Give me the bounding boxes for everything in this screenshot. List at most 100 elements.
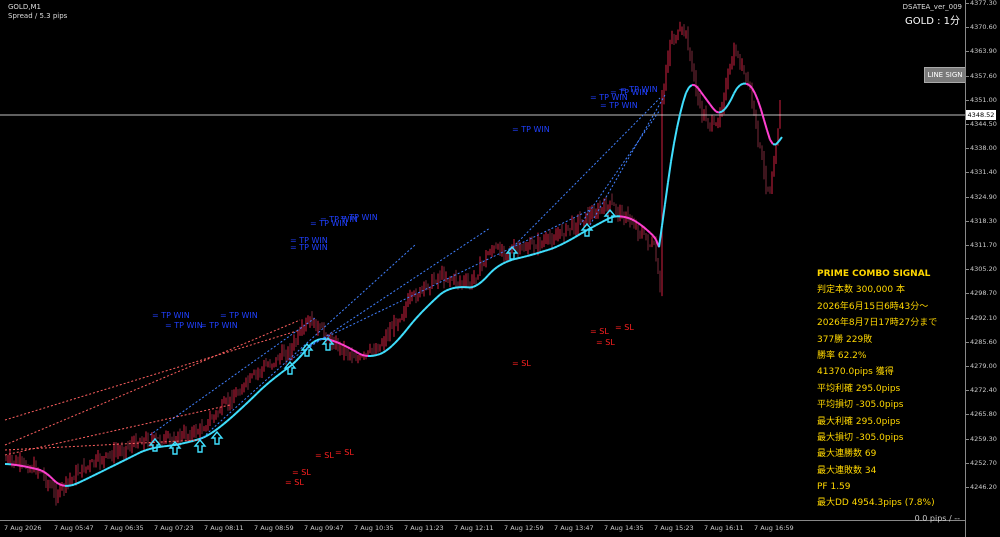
moving-average-segment xyxy=(523,255,528,258)
moving-average-segment xyxy=(727,99,732,106)
moving-average-segment xyxy=(706,99,711,105)
moving-average-segment xyxy=(76,481,81,485)
moving-average-segment xyxy=(391,342,396,347)
panel-line: 判定本数 300,000 本 xyxy=(817,285,905,296)
moving-average-segment xyxy=(439,291,444,296)
panel-line: 最大DD 4954.3pips (7.8%) xyxy=(817,498,935,509)
moving-average-segment xyxy=(718,110,723,114)
moving-average-segment xyxy=(529,253,534,257)
moving-average-segment xyxy=(469,285,474,289)
moving-average-segment xyxy=(283,367,288,372)
panel-title: PRIME COMBO SIGNAL xyxy=(817,269,931,279)
tp-label: = TP WIN xyxy=(200,321,238,330)
moving-average-segment xyxy=(313,339,318,343)
panel-line: 最大利確 295.0pips xyxy=(817,416,901,427)
moving-average-segment xyxy=(598,221,603,225)
moving-average-segment xyxy=(424,305,429,310)
moving-average-segment xyxy=(427,302,432,307)
brand-label: DSATEA_ver_009 xyxy=(902,3,962,11)
moving-average-segment xyxy=(133,453,138,457)
moving-average-segment xyxy=(757,100,762,110)
panel-line: PF 1.59 xyxy=(817,482,851,493)
moving-average-segment xyxy=(490,268,495,273)
panel-line: 最大損切 -305.0pips xyxy=(817,432,904,443)
moving-average-segment xyxy=(214,427,219,432)
moving-average-segment xyxy=(181,441,186,445)
x-tick: 7 Aug 05:47 xyxy=(54,524,94,532)
trade-line xyxy=(589,94,666,226)
moving-average-segment xyxy=(187,440,192,444)
moving-average-segment xyxy=(385,347,390,352)
moving-average-segment xyxy=(724,104,729,110)
tp-label: = TP WIN xyxy=(152,311,190,320)
moving-average-segment xyxy=(247,398,252,403)
moving-average-segment xyxy=(85,476,90,481)
moving-average-segment xyxy=(649,231,654,237)
moving-average-segment xyxy=(484,274,489,280)
moving-average-segment xyxy=(223,420,228,425)
moving-average-segment xyxy=(208,431,213,436)
moving-average-segment xyxy=(418,311,423,316)
moving-average-segment xyxy=(346,345,351,350)
moving-average-segment xyxy=(412,317,417,323)
x-tick: 7 Aug 16:11 xyxy=(704,524,744,532)
moving-average-segment xyxy=(646,229,651,234)
moving-average-segment xyxy=(508,258,513,262)
sl-label: = SL xyxy=(292,468,311,477)
moving-average-segment xyxy=(340,343,345,347)
moving-average-segment xyxy=(73,482,78,486)
moving-average-segment xyxy=(28,466,33,469)
moving-average-segment xyxy=(496,264,501,269)
moving-average-segment xyxy=(448,287,453,291)
y-tick: 4318.30 xyxy=(965,216,997,225)
line-sign-button[interactable]: LINE SIGN xyxy=(924,67,966,83)
moving-average-segment xyxy=(592,224,597,228)
y-tick: 4324.90 xyxy=(965,192,997,201)
moving-average-segment xyxy=(97,470,102,475)
moving-average-segment xyxy=(625,216,630,220)
panel-line: 377勝 229敗 xyxy=(817,334,873,345)
moving-average-segment xyxy=(478,280,483,285)
moving-average-segment xyxy=(550,246,555,250)
moving-average-segment xyxy=(397,335,402,341)
moving-average-segment xyxy=(145,448,150,452)
moving-average-segment xyxy=(25,465,30,469)
y-tick: 4357.60 xyxy=(965,71,997,80)
moving-average-segment xyxy=(226,417,231,422)
moving-average-segment xyxy=(541,249,546,253)
timeframe-label: GOLD : 1分 xyxy=(905,16,960,27)
moving-average-segment xyxy=(379,351,384,355)
moving-average-segment xyxy=(148,447,153,451)
moving-average-segment xyxy=(31,467,36,470)
trade-line xyxy=(4,319,301,446)
moving-average-segment xyxy=(91,473,96,478)
moving-average-segment xyxy=(382,349,387,354)
moving-average-segment xyxy=(442,289,447,294)
y-tick: 4351.00 xyxy=(965,95,997,104)
moving-average-segment xyxy=(493,266,498,271)
moving-average-segment xyxy=(277,372,282,377)
moving-average-segment xyxy=(232,412,237,417)
moving-average-segment xyxy=(388,345,393,350)
moving-average-segment xyxy=(358,352,363,356)
moving-average-segment xyxy=(184,441,189,444)
tp-label: = TP WIN xyxy=(220,311,258,320)
panel-line: 2026年8月7日17時27分まで xyxy=(817,318,938,329)
panel-line: 平均損切 -305.0pips xyxy=(817,400,904,411)
moving-average-segment xyxy=(337,341,342,345)
y-tick: 4305.20 xyxy=(965,265,997,274)
x-tick: 7 Aug 2026 xyxy=(4,524,42,532)
moving-average-segment xyxy=(124,457,129,461)
moving-average-segment xyxy=(445,288,450,292)
y-tick: 4298.70 xyxy=(965,289,997,298)
tp-label: = TP WIN xyxy=(165,321,203,330)
moving-average-segment xyxy=(487,271,492,277)
panel-line: 41370.0pips 獲得 xyxy=(817,367,894,378)
moving-average-segment xyxy=(571,236,576,240)
x-tick: 7 Aug 06:35 xyxy=(104,524,144,532)
buy-arrow-icon xyxy=(193,438,207,453)
moving-average-segment xyxy=(556,244,561,248)
sl-label: = SL xyxy=(315,451,334,460)
moving-average-segment xyxy=(334,340,339,344)
moving-average-segment xyxy=(130,454,135,458)
